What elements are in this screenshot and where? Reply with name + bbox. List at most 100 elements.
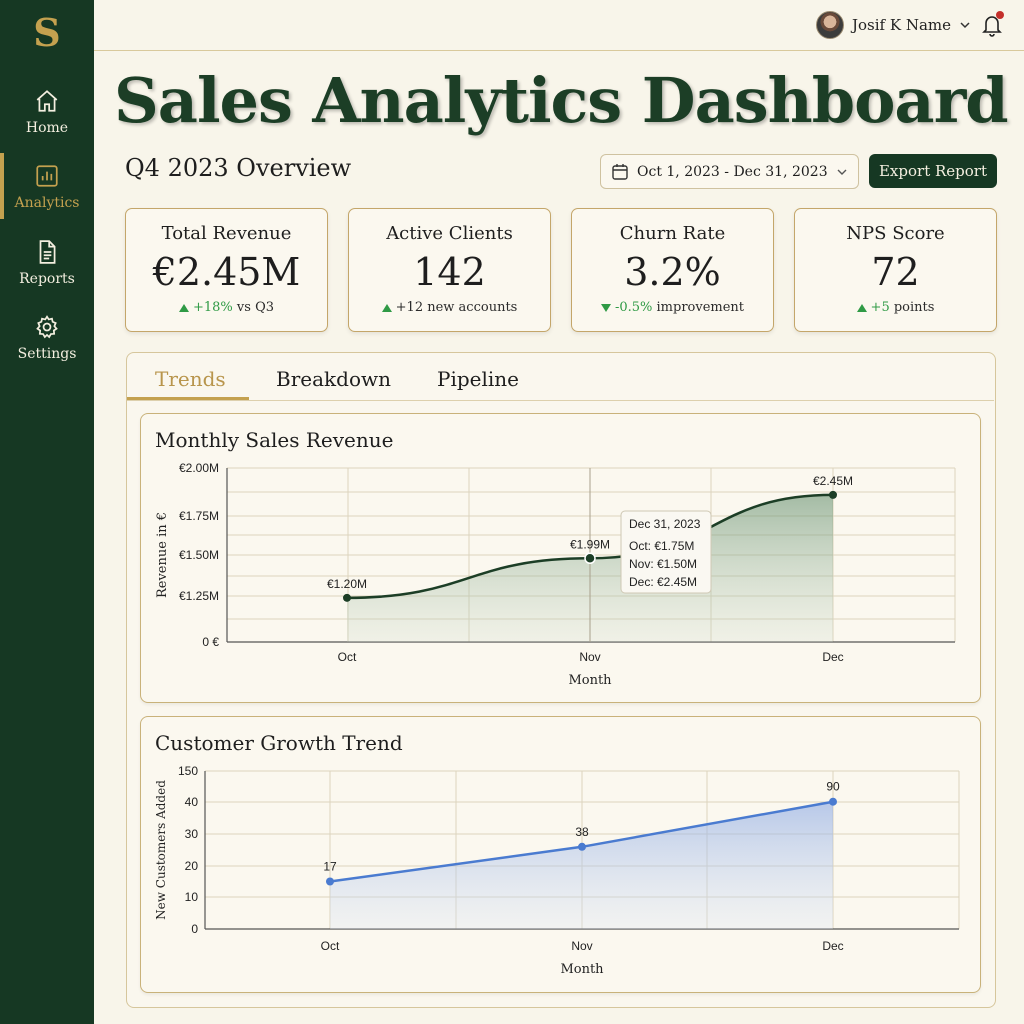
- y-tick-label: 30: [185, 827, 199, 841]
- kpi-label: Total Revenue: [161, 223, 292, 244]
- user-menu[interactable]: Josif K Name: [816, 10, 971, 40]
- kpi-delta: +12 new accounts: [349, 300, 550, 315]
- sidebar: S Home Analytics Reports Settings: [0, 0, 94, 1024]
- data-label: €1.99M: [570, 537, 610, 551]
- kpi-label: Churn Rate: [619, 223, 726, 244]
- up-arrow-icon: [178, 303, 189, 312]
- kpi-card-nps-score: NPS Score 72 +5 points: [794, 208, 997, 332]
- kpi-value: 3.2%: [624, 250, 721, 294]
- kpi-label: Active Clients: [386, 223, 513, 244]
- x-axis-title: Month: [560, 962, 604, 977]
- y-tick-label: 40: [185, 795, 199, 809]
- x-tick-label: Dec: [822, 939, 843, 953]
- kpi-delta-value: -0.5%: [614, 300, 653, 315]
- gear-icon: [36, 315, 58, 339]
- chevron-down-icon: [960, 22, 970, 29]
- kpi-delta-value: +12: [395, 300, 424, 315]
- y-tick-label: €1.75M: [179, 509, 219, 523]
- x-tick-label: Oct: [321, 939, 340, 953]
- kpi-card-total-revenue: Total Revenue €2.45M +18% vs Q3: [125, 208, 328, 332]
- sidebar-item-analytics[interactable]: Analytics: [0, 153, 94, 219]
- kpi-delta-text: vs Q3: [236, 300, 274, 315]
- y-tick-label: €1.50M: [179, 548, 219, 562]
- y-tick-label: €2.00M: [179, 461, 219, 475]
- y-tick-label: €1.25M: [179, 589, 219, 603]
- kpi-value: 72: [871, 250, 920, 294]
- sidebar-item-label: Settings: [17, 346, 77, 362]
- sidebar-item-settings[interactable]: Settings: [0, 314, 94, 380]
- tooltip-line: Nov: €1.50M: [629, 557, 697, 571]
- data-point: [829, 490, 837, 499]
- up-arrow-icon: [381, 303, 392, 312]
- kpi-label: NPS Score: [846, 223, 945, 244]
- x-tick-label: Dec: [822, 650, 843, 664]
- chevron-down-icon: [837, 169, 847, 175]
- y-axis-title: Revenue in €: [155, 512, 170, 598]
- sidebar-item-home[interactable]: Home: [0, 88, 94, 154]
- tab-panel: Trends Breakdown Pipeline Monthly Sales …: [126, 352, 996, 1008]
- data-point: [578, 842, 586, 851]
- down-arrow-icon: [600, 303, 611, 312]
- data-label: 17: [323, 860, 337, 874]
- kpi-delta: +18% vs Q3: [126, 300, 327, 315]
- header-divider: [94, 50, 1024, 51]
- y-axis-title: New Customers Added: [154, 780, 168, 920]
- kpi-delta: +5 points: [795, 300, 996, 315]
- date-range-picker[interactable]: Oct 1, 2023 - Dec 31, 2023: [600, 154, 859, 189]
- y-tick-label: 0: [191, 922, 198, 936]
- tab-pipeline[interactable]: Pipeline: [437, 367, 519, 401]
- sidebar-item-label: Analytics: [14, 195, 80, 211]
- tooltip-line: Dec: €2.45M: [629, 575, 697, 589]
- kpi-delta-value: +18%: [192, 300, 233, 315]
- data-point: [584, 552, 596, 565]
- export-report-button[interactable]: Export Report: [869, 154, 997, 188]
- tooltip-line: Oct: €1.75M: [629, 539, 694, 553]
- customer-chart: 0 10 20 30 40 150 Oct Nov Dec Month New Customers …: [154, 764, 960, 977]
- calendar-icon: [612, 163, 628, 180]
- y-tick-label: 20: [185, 859, 199, 873]
- kpi-delta: -0.5% improvement: [572, 300, 773, 315]
- kpi-value: 142: [413, 250, 486, 294]
- x-tick-label: Nov: [571, 939, 592, 953]
- data-label: 38: [575, 825, 589, 839]
- app-logo: S: [33, 10, 61, 55]
- revenue-chart: 0 € €1.25M €1.50M €1.75M €2.00M Oct Nov Dec Mont…: [155, 461, 956, 688]
- home-icon: [36, 90, 58, 112]
- kpi-delta-value: +5: [870, 300, 890, 315]
- page-title: Sales Analytics Dashboard: [114, 64, 1009, 137]
- tab-breakdown[interactable]: Breakdown: [276, 367, 391, 401]
- bar-chart-icon: [36, 165, 58, 187]
- tooltip-title: Dec 31, 2023: [629, 517, 701, 531]
- kpi-card-active-clients: Active Clients 142 +12 new accounts: [348, 208, 551, 332]
- y-tick-label: 150: [178, 764, 198, 778]
- data-point: [829, 797, 837, 806]
- data-label: €1.20M: [327, 577, 367, 591]
- y-tick-label: 0 €: [202, 635, 219, 649]
- data-label: €2.45M: [813, 474, 853, 488]
- tab-divider: [127, 400, 994, 401]
- data-point: [343, 593, 351, 602]
- y-tick-label: 10: [185, 890, 199, 904]
- x-tick-label: Nov: [579, 650, 600, 664]
- avatar: [816, 11, 844, 39]
- kpi-delta-text: points: [893, 300, 935, 315]
- data-point: [326, 877, 334, 886]
- date-range-value: Oct 1, 2023 - Dec 31, 2023: [637, 163, 828, 180]
- kpi-delta-text: new accounts: [427, 300, 518, 315]
- sidebar-item-label: Home: [25, 120, 69, 136]
- up-arrow-icon: [856, 303, 867, 312]
- kpi-value: €2.45M: [152, 250, 301, 294]
- customer-chart-card: Customer Growth Trend 0 10 20 30 40 150 Oct Nov…: [140, 716, 981, 993]
- x-axis-title: Month: [568, 673, 612, 688]
- kpi-delta-text: improvement: [656, 300, 745, 315]
- document-icon: [39, 240, 56, 264]
- kpi-card-churn-rate: Churn Rate 3.2% -0.5% improvement: [571, 208, 774, 332]
- page-subtitle: Q4 2023 Overview: [125, 154, 352, 182]
- sidebar-item-reports[interactable]: Reports: [0, 239, 94, 305]
- revenue-chart-card: Monthly Sales Revenue 0 € €1.25M €1.50M €1.…: [140, 413, 981, 703]
- notification-dot: [996, 11, 1004, 19]
- x-tick-label: Oct: [338, 650, 357, 664]
- user-name: Josif K Name: [852, 16, 952, 34]
- tab-trends[interactable]: Trends: [155, 367, 226, 401]
- sidebar-item-label: Reports: [19, 271, 75, 287]
